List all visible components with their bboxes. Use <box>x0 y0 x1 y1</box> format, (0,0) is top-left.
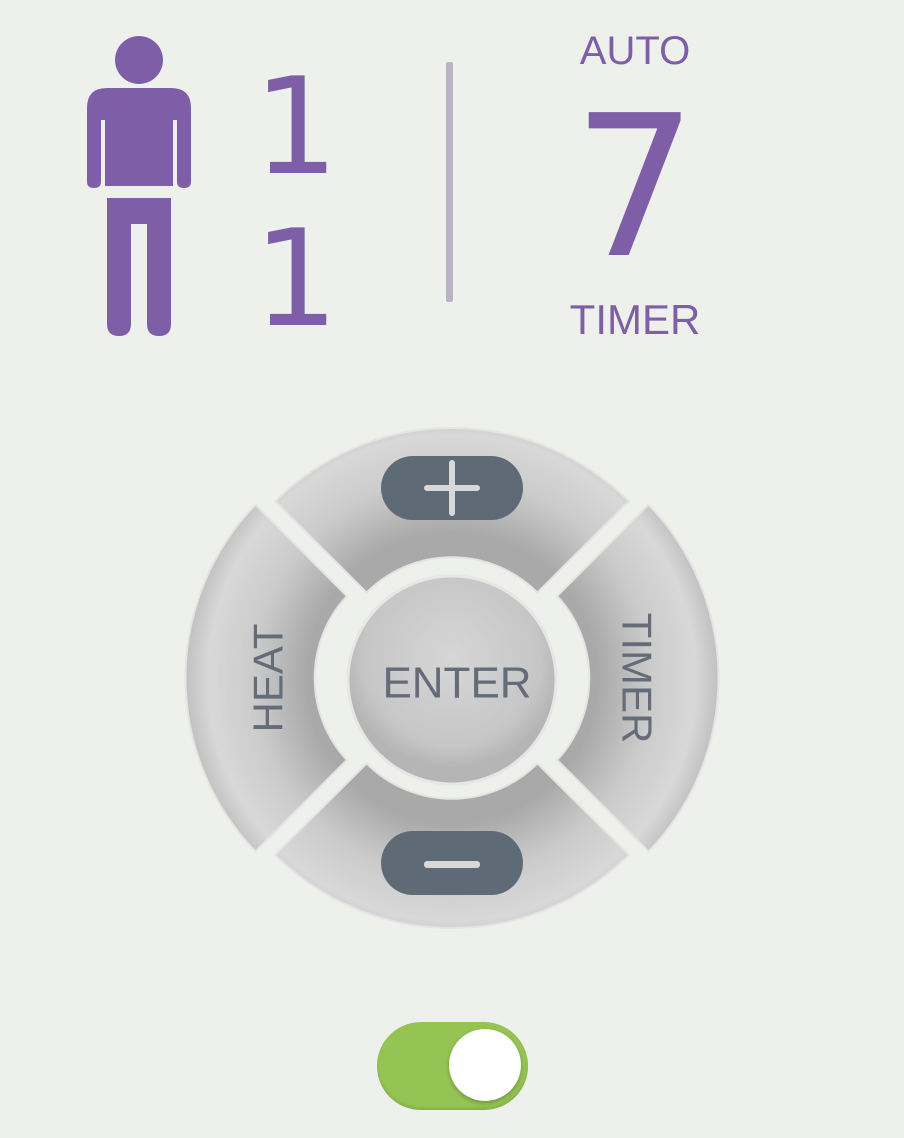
heat-button-label: HEAT <box>245 624 292 733</box>
minus-icon <box>381 831 523 895</box>
person-icon <box>85 34 193 338</box>
control-pad: TIMER HEAT ENTER <box>182 408 722 948</box>
timer-value: 7 <box>572 74 698 302</box>
enter-button-label: ENTER <box>382 659 531 708</box>
timer-label: TIMER <box>569 296 701 343</box>
timer-button-label: TIMER <box>614 613 661 744</box>
divider <box>446 62 453 302</box>
mode-label: AUTO <box>579 29 691 73</box>
power-toggle[interactable] <box>377 1022 528 1110</box>
toggle-knob <box>449 1029 521 1101</box>
occupancy-value-bottom: 1 <box>253 201 339 357</box>
occupancy-value-top: 1 <box>253 49 339 205</box>
timer-button[interactable]: TIMER <box>555 503 720 853</box>
increase-button[interactable] <box>273 426 631 595</box>
decrease-button[interactable] <box>273 761 631 930</box>
plus-icon <box>381 456 523 520</box>
heat-button[interactable]: HEAT <box>184 503 349 853</box>
enter-button[interactable]: ENTER <box>346 574 558 786</box>
